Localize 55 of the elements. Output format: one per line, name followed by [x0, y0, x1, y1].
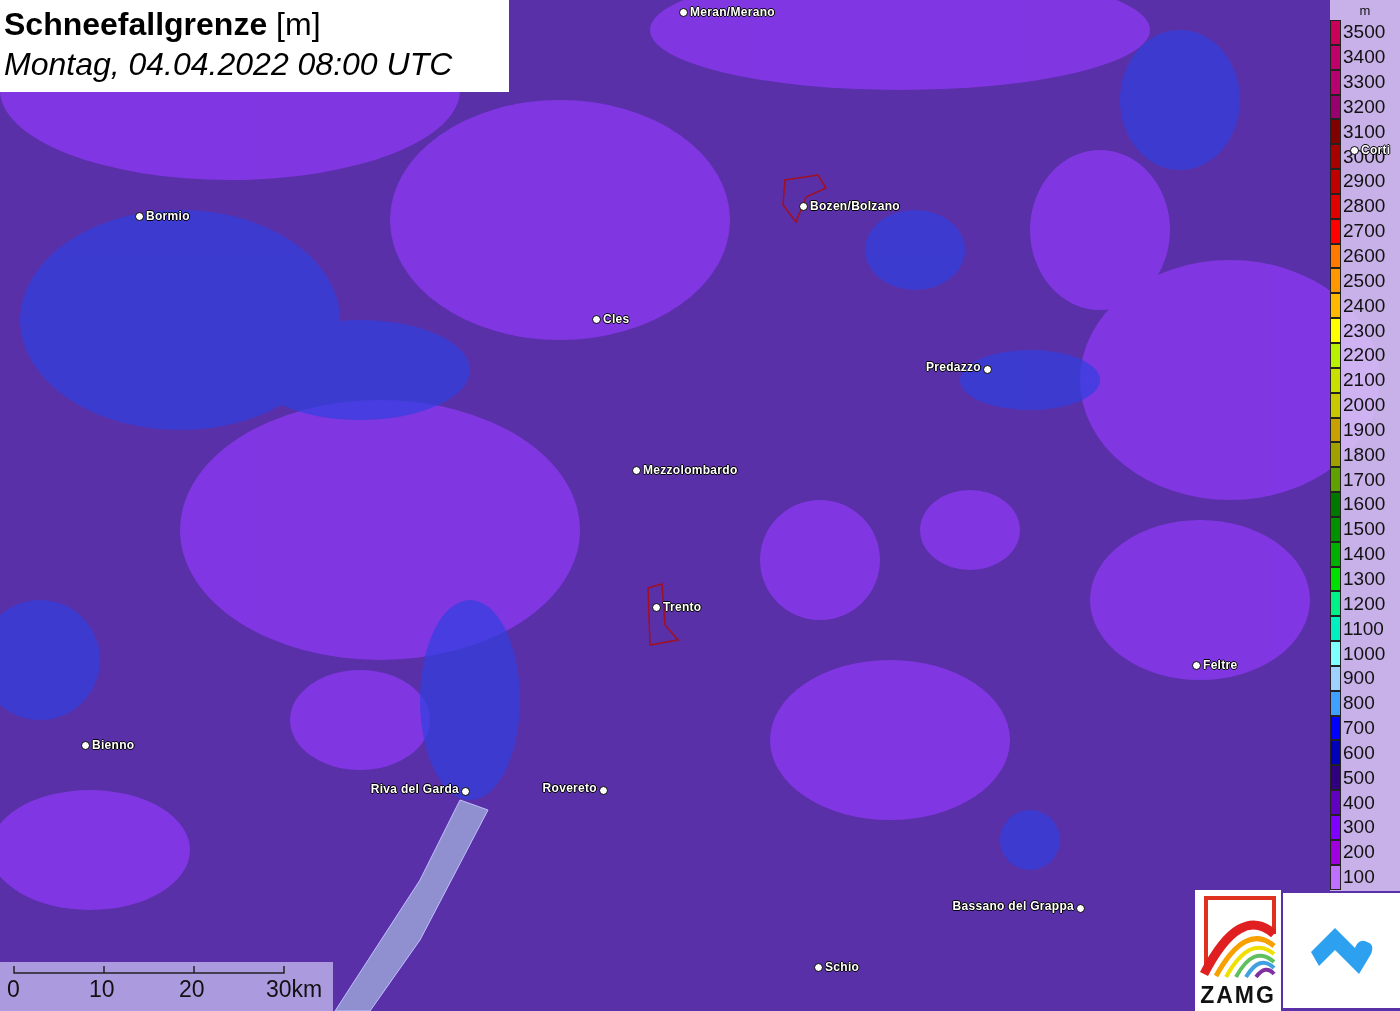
legend-label: 700	[1343, 717, 1375, 740]
legend-label: 3500	[1343, 21, 1386, 44]
legend-label: 2100	[1343, 369, 1386, 392]
city-label: Trento	[663, 600, 702, 614]
legend-label: 1500	[1343, 518, 1386, 541]
legend-label: 1700	[1343, 468, 1386, 491]
legend-unit: m	[1358, 2, 1372, 20]
legend-label: 1400	[1343, 543, 1386, 566]
legend-label: 500	[1343, 766, 1375, 789]
legend-label: 1300	[1343, 568, 1386, 590]
logo-text: ZAMG	[1200, 982, 1276, 1009]
city-label: Bienno	[92, 738, 135, 752]
city-label: Meran/Merano	[690, 5, 775, 19]
legend-label: 200	[1343, 841, 1375, 864]
legend-label: 1200	[1343, 592, 1386, 615]
legend-label: 1600	[1343, 493, 1386, 516]
legend-label: 1900	[1343, 418, 1386, 441]
scale-label: 10	[89, 976, 115, 1003]
map-title: Schneefallgrenze [m]	[4, 5, 322, 44]
city-label: Mezzolombardo	[643, 463, 738, 477]
legend-label: 2400	[1343, 294, 1386, 317]
legend-label: 3100	[1343, 120, 1386, 143]
city-label: Bassano del Grappa	[952, 899, 1074, 913]
city-label: Bormio	[146, 209, 190, 223]
legend-label: 2500	[1343, 269, 1386, 292]
legend-label: 3400	[1343, 46, 1386, 69]
scale-label: 30km	[266, 976, 323, 1003]
scale-label: 20	[179, 976, 205, 1003]
legend-label: 3300	[1343, 71, 1386, 94]
scale-label: 0	[7, 976, 20, 1003]
city-label: Predazzo	[925, 360, 981, 374]
legend-label: 2300	[1343, 319, 1386, 342]
legend-label: 2800	[1343, 195, 1386, 218]
legend-label: 300	[1343, 816, 1375, 839]
city-label: Schio	[825, 960, 860, 974]
forecast-time: Montag, 04.04.2022 08:00 UTC	[4, 45, 454, 84]
city-label: Riva del Garda	[370, 782, 459, 796]
legend-label: 3200	[1343, 95, 1386, 118]
legend-label: 2900	[1343, 170, 1386, 193]
legend-label: 1000	[1343, 642, 1386, 665]
legend-label: 600	[1343, 741, 1375, 764]
legend-label: 100	[1343, 866, 1375, 889]
legend-label: 400	[1343, 791, 1375, 814]
legend-label: 800	[1343, 692, 1375, 715]
city-label: Rovereto	[542, 781, 597, 795]
legend-label: 2200	[1343, 344, 1386, 367]
legend-label: 2000	[1343, 394, 1386, 417]
legend-label: 1800	[1343, 443, 1386, 466]
legend-label: 2600	[1343, 245, 1386, 267]
city-label: Bozen/Bolzano	[810, 199, 900, 213]
legend-label: 2700	[1343, 220, 1386, 243]
legend-label: 900	[1343, 667, 1375, 690]
city-label: Cles	[603, 312, 630, 326]
city-label: Feltre	[1203, 658, 1238, 672]
legend-label: 1100	[1343, 617, 1384, 640]
